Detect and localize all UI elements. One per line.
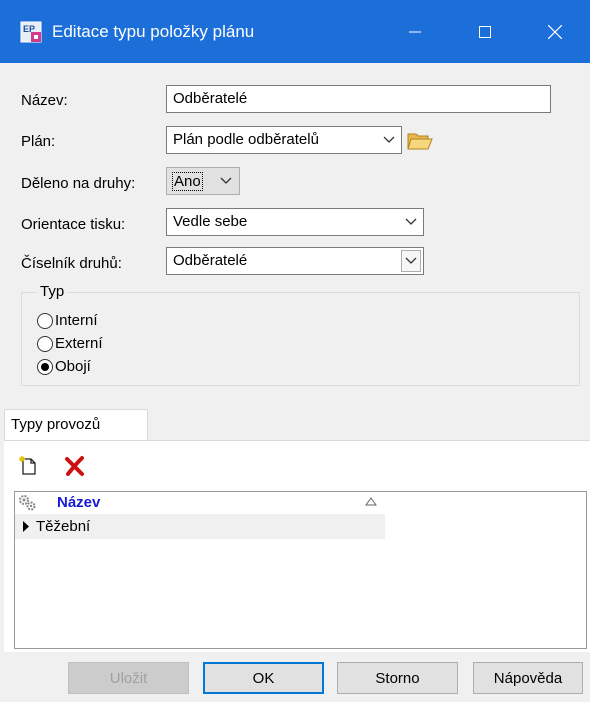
typ-legend: Typ <box>37 283 68 300</box>
ciselnik-select[interactable]: Odběratelé <box>166 247 424 275</box>
cancel-button[interactable]: Storno <box>337 662 458 694</box>
row-pointer-icon <box>23 521 29 532</box>
radio-label: Externí <box>55 335 103 352</box>
close-button[interactable] <box>525 0 585 63</box>
minimize-button[interactable] <box>385 0 445 63</box>
deleno-label: Děleno na druhy: <box>21 175 136 192</box>
grid-header: Název <box>15 492 385 515</box>
plan-label: Plán: <box>21 133 56 150</box>
radio-label: Interní <box>55 312 98 329</box>
deleno-select[interactable]: Ano <box>166 167 240 195</box>
typ-groupbox <box>21 292 580 386</box>
ok-button[interactable]: OK <box>203 662 324 694</box>
maximize-button[interactable] <box>455 0 515 63</box>
folder-open-icon[interactable] <box>406 129 434 153</box>
radio-circle-icon <box>37 335 53 352</box>
radio-label: Obojí <box>55 358 91 375</box>
table-cell: Těžební <box>36 518 91 535</box>
chevron-down-icon <box>401 211 421 233</box>
delete-icon[interactable] <box>64 455 86 477</box>
window-title: Editace typu položky plánu <box>52 22 255 41</box>
chevron-down-icon <box>379 129 399 151</box>
ciselnik-label: Číselník druhů: <box>21 255 122 272</box>
help-button[interactable]: Nápověda <box>473 662 583 694</box>
radio-circle-selected-icon <box>37 358 53 375</box>
radio-oboji[interactable]: Obojí <box>37 358 91 375</box>
radio-interni[interactable]: Interní <box>37 312 98 329</box>
deleno-select-value: Ano <box>172 172 203 191</box>
radio-externi[interactable]: Externí <box>37 335 103 352</box>
dialog-body: Název: Odběratelé Plán: Plán podle odběr… <box>0 63 590 702</box>
gear-icon[interactable] <box>18 494 36 511</box>
tab-typy-provozu[interactable]: Typy provozů <box>4 409 148 441</box>
provozy-grid[interactable]: Název Těžební <box>14 491 587 649</box>
radio-circle-icon <box>37 312 53 329</box>
table-row[interactable]: Těžební <box>15 514 385 539</box>
maximize-icon <box>479 25 491 38</box>
chevron-down-icon <box>401 250 421 272</box>
app-icon: EP <box>20 21 42 43</box>
orientace-select-value: Vedle sebe <box>173 213 248 230</box>
title-bar: EP Editace typu položky plánu <box>0 0 590 63</box>
close-icon <box>548 24 562 39</box>
orientace-label: Orientace tisku: <box>21 216 126 233</box>
minimize-icon <box>409 31 421 32</box>
sort-ascending-icon <box>365 497 377 506</box>
plan-select[interactable]: Plán podle odběratelů <box>166 126 402 154</box>
tab-label: Typy provozů <box>11 416 101 433</box>
nazev-label: Název: <box>21 92 68 109</box>
save-button[interactable]: Uložit <box>68 662 189 694</box>
orientace-select[interactable]: Vedle sebe <box>166 208 424 236</box>
ciselnik-select-value: Odběratelé <box>173 252 248 269</box>
nazev-field[interactable]: Odběratelé <box>166 85 551 113</box>
column-header-nazev[interactable]: Název <box>57 494 100 511</box>
tab-panel: Název Těžební <box>4 440 590 652</box>
chevron-down-icon <box>217 172 235 190</box>
new-document-icon[interactable] <box>18 455 40 477</box>
plan-select-value: Plán podle odběratelů <box>173 131 319 148</box>
